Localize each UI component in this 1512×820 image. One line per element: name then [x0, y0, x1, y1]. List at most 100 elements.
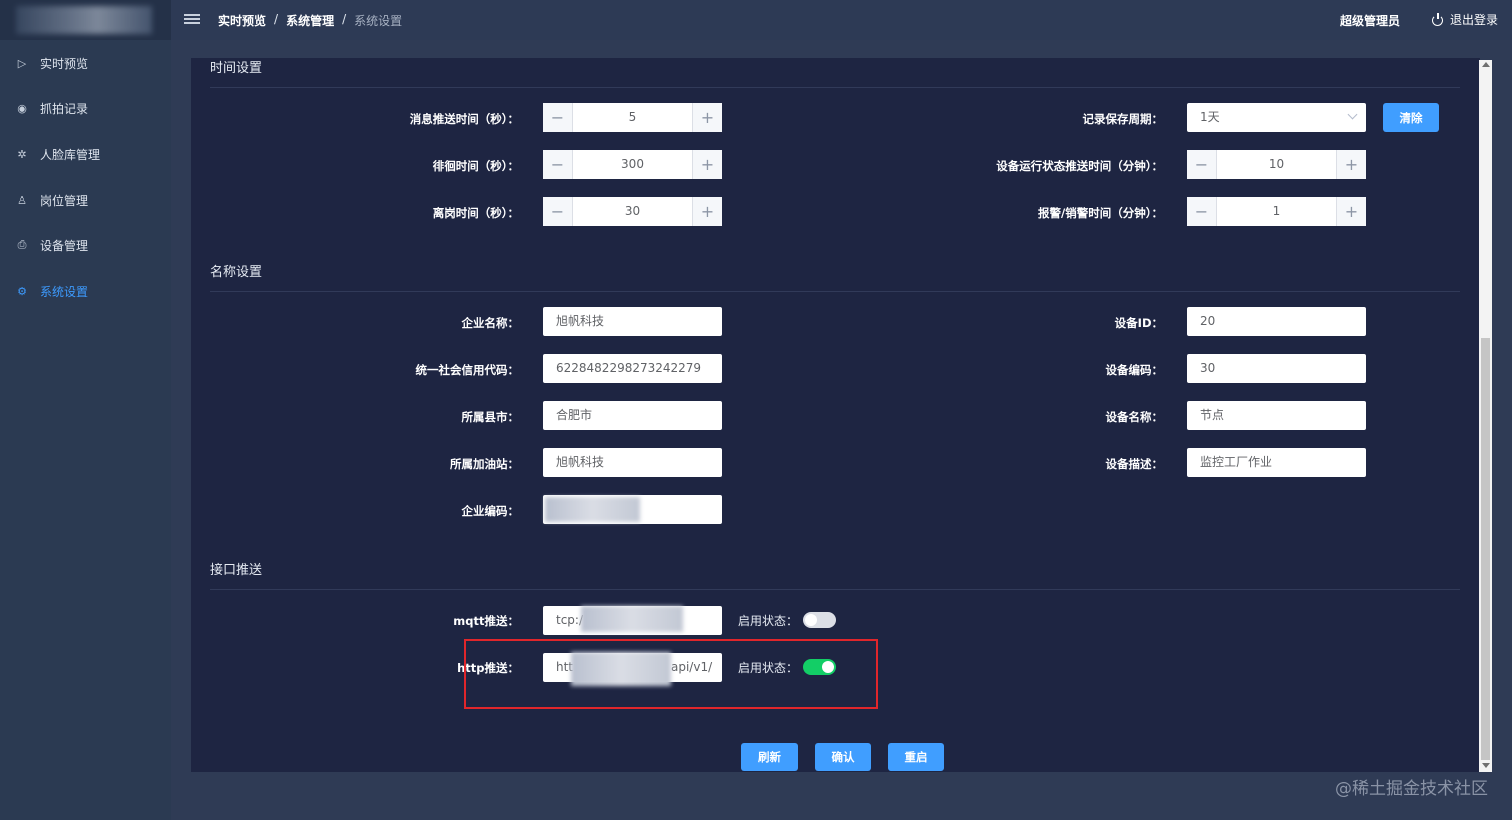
decrease-button[interactable]: −: [543, 103, 573, 132]
device-name-label: 设备名称：: [1105, 410, 1164, 424]
sidebar-item-label: 实时预览: [40, 56, 89, 71]
confirm-button[interactable]: 确认: [815, 743, 871, 771]
alarm-clear-time-label: 报警/销警时间（分钟）：: [1038, 206, 1163, 220]
logout-button[interactable]: 退出登录: [1431, 11, 1498, 28]
redacted-block: [581, 606, 683, 632]
breadcrumb-system-management[interactable]: 系统管理: [286, 12, 334, 29]
scrollbar-thumb[interactable]: [1481, 338, 1490, 760]
sidebar-item-post-management[interactable]: ♙ 岗位管理: [0, 180, 171, 220]
refresh-button[interactable]: 刷新: [741, 743, 798, 771]
increase-button[interactable]: +: [1336, 197, 1366, 226]
chevron-down-icon: [1347, 109, 1358, 120]
stepper-value[interactable]: 1: [1217, 197, 1336, 226]
device-desc-label: 设备描述：: [1105, 457, 1164, 471]
device-name-input[interactable]: 节点: [1187, 401, 1366, 430]
stepper-value[interactable]: 30: [573, 197, 692, 226]
city-label: 所属县市：: [461, 410, 520, 424]
push-interval-label: 消息推送时间（秒）：: [409, 112, 519, 126]
top-header: 实时预览 / 系统管理 / 系统设置 超级管理员 退出登录: [171, 0, 1512, 40]
sidebar-item-live-preview[interactable]: ▷ 实时预览: [0, 43, 171, 83]
divider: [210, 291, 1460, 292]
redacted-block: [545, 497, 640, 522]
section-title-push: 接口推送: [210, 563, 263, 578]
decrease-button[interactable]: −: [543, 150, 573, 179]
stepper-value[interactable]: 5: [573, 103, 692, 132]
watermark: @稀土掘金技术社区: [1335, 779, 1488, 799]
increase-button[interactable]: +: [1336, 150, 1366, 179]
increase-button[interactable]: +: [692, 150, 722, 179]
device-desc-input[interactable]: 监控工厂作业: [1187, 448, 1366, 477]
company-code-label: 企业编码：: [461, 504, 520, 518]
mqtt-status-label: 启用状态：: [738, 614, 799, 628]
stepper-value[interactable]: 300: [573, 150, 692, 179]
sidebar-item-label: 岗位管理: [40, 193, 89, 208]
mqtt-push-label: mqtt推送：: [453, 614, 519, 628]
device-code-input[interactable]: 30: [1187, 354, 1366, 383]
company-name-label: 企业名称：: [461, 316, 520, 330]
toggle-knob: [805, 614, 817, 626]
alarm-clear-time-stepper[interactable]: − 1 +: [1187, 197, 1366, 226]
section-title-name: 名称设置: [210, 265, 263, 280]
settings-icon: ⚙: [17, 284, 27, 298]
sidebar-item-device-management[interactable]: ⎙ 设备管理: [0, 225, 171, 265]
scroll-up-icon[interactable]: [1482, 62, 1490, 67]
breadcrumb-separator: /: [342, 12, 347, 26]
device-code-label: 设备编码：: [1105, 363, 1164, 377]
breadcrumb-current: 系统设置: [354, 14, 403, 28]
divider: [210, 589, 1460, 590]
power-icon: [1431, 12, 1444, 26]
user-name[interactable]: 超级管理员: [1340, 12, 1400, 29]
decrease-button[interactable]: −: [1187, 150, 1217, 179]
decrease-button[interactable]: −: [1187, 197, 1217, 226]
increase-button[interactable]: +: [692, 197, 722, 226]
device-id-input[interactable]: 20: [1187, 307, 1366, 336]
person-icon: ♙: [17, 193, 27, 207]
device-id-label: 设备ID：: [1114, 316, 1163, 330]
increase-button[interactable]: +: [692, 103, 722, 132]
restart-button[interactable]: 重启: [888, 743, 944, 771]
sidebar-item-label: 抓拍记录: [40, 101, 89, 116]
sidebar-item-label: 人脸库管理: [40, 147, 101, 162]
sidebar-item-capture-records[interactable]: ◉ 抓拍记录: [0, 88, 171, 128]
logo[interactable]: [0, 0, 171, 40]
logo-image: [16, 6, 152, 34]
scroll-down-icon[interactable]: [1482, 763, 1490, 768]
device-status-push-stepper[interactable]: − 10 +: [1187, 150, 1366, 179]
camera-icon: ◉: [17, 101, 27, 115]
push-interval-stepper[interactable]: − 5 +: [543, 103, 722, 132]
linger-time-label: 徘徊时间（秒）：: [432, 159, 519, 173]
sidebar: ▷ 实时预览 ◉ 抓拍记录 ✲ 人脸库管理 ♙ 岗位管理 ⎙ 设备管理 ⚙ 系统…: [0, 0, 171, 820]
play-circle-icon: ▷: [17, 56, 27, 70]
company-name-input[interactable]: 旭帆科技: [543, 307, 722, 336]
breadcrumb-separator: /: [274, 12, 279, 26]
sidebar-item-label: 设备管理: [40, 238, 89, 253]
sidebar-item-face-library[interactable]: ✲ 人脸库管理: [0, 134, 171, 174]
record-period-select[interactable]: 1天: [1187, 103, 1366, 132]
mqtt-enable-toggle[interactable]: [803, 612, 836, 628]
logout-label: 退出登录: [1449, 13, 1498, 27]
linger-time-stepper[interactable]: − 300 +: [543, 150, 722, 179]
gear-icon: ✲: [17, 147, 27, 161]
gas-station-label: 所属加油站：: [450, 457, 519, 471]
select-value: 1天: [1200, 110, 1220, 124]
divider: [210, 87, 1460, 88]
city-input[interactable]: 合肥市: [543, 401, 722, 430]
credit-code-input[interactable]: 6228482298273242279: [543, 354, 722, 383]
section-title-time: 时间设置: [210, 61, 263, 76]
clear-button[interactable]: 清除: [1383, 103, 1439, 132]
record-period-label: 记录保存周期：: [1082, 112, 1164, 126]
absence-time-stepper[interactable]: − 30 +: [543, 197, 722, 226]
sidebar-item-label: 系统设置: [40, 284, 89, 299]
stepper-value[interactable]: 10: [1217, 150, 1336, 179]
gas-station-input[interactable]: 旭帆科技: [543, 448, 722, 477]
menu-toggle-icon[interactable]: [184, 12, 200, 28]
printer-icon: ⎙: [17, 238, 27, 251]
absence-time-label: 离岗时间（秒）：: [432, 206, 519, 220]
decrease-button[interactable]: −: [543, 197, 573, 226]
sidebar-item-system-settings[interactable]: ⚙ 系统设置: [0, 271, 171, 311]
highlight-box: [464, 639, 878, 709]
breadcrumb: 实时预览 / 系统管理 / 系统设置: [218, 12, 402, 29]
device-status-push-label: 设备运行状态推送时间（分钟）：: [996, 159, 1163, 173]
credit-code-label: 统一社会信用代码：: [415, 363, 520, 377]
breadcrumb-live-preview[interactable]: 实时预览: [218, 12, 266, 29]
